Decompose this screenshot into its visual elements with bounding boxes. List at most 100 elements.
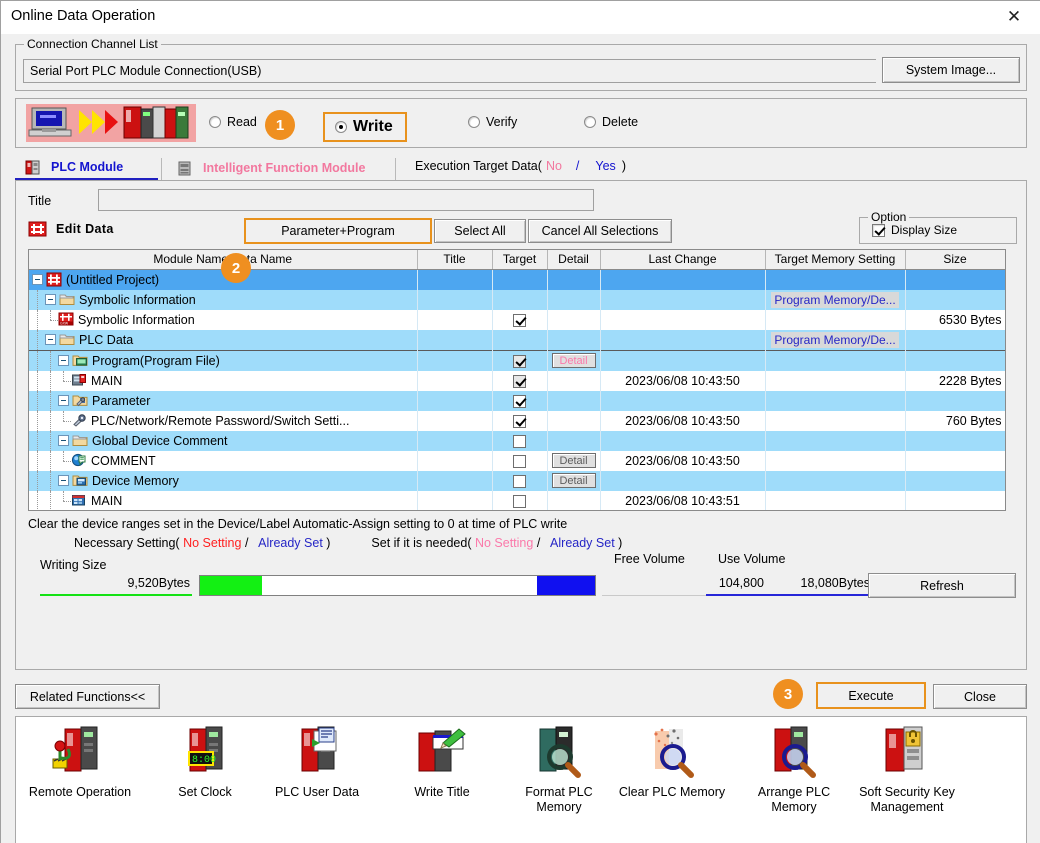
execution-target-no[interactable]: No: [546, 159, 562, 173]
system-image-button[interactable]: System Image...: [882, 57, 1020, 83]
column-header-target-memory-setting[interactable]: Target Memory Setting: [765, 250, 906, 270]
cell-target-memory-setting[interactable]: Program Memory/De...: [765, 329, 906, 350]
cell-target[interactable]: [492, 289, 548, 310]
cell-detail[interactable]: Detail: [547, 349, 601, 371]
cell-target-memory-setting[interactable]: [765, 490, 906, 510]
cell-target-memory-setting[interactable]: [765, 370, 906, 391]
needed-setting-no[interactable]: No Setting: [475, 536, 533, 550]
radio-delete[interactable]: Delete: [584, 115, 638, 129]
column-header-size[interactable]: Size: [905, 250, 1005, 270]
necessary-setting-no[interactable]: No Setting: [183, 536, 241, 550]
tree-expander[interactable]: [45, 334, 56, 345]
cell-detail[interactable]: [547, 289, 601, 310]
table-row[interactable]: Device Memory Detail: [29, 470, 1005, 491]
target-checkbox[interactable]: [513, 474, 526, 488]
cell-detail[interactable]: [547, 309, 601, 330]
cell-target-memory-setting[interactable]: [765, 430, 906, 451]
cell-target[interactable]: [492, 390, 548, 411]
cell-target[interactable]: [492, 410, 548, 431]
cell-detail[interactable]: [547, 390, 601, 411]
cell-target-memory-setting[interactable]: [765, 390, 906, 411]
target-checkbox[interactable]: [513, 414, 526, 428]
cell-detail[interactable]: [547, 410, 601, 431]
cell-detail[interactable]: [547, 430, 601, 451]
cell-target[interactable]: [492, 370, 548, 391]
column-header-detail[interactable]: Detail: [547, 250, 601, 270]
tree-expander[interactable]: [32, 274, 43, 285]
cell-target[interactable]: [492, 329, 548, 350]
radio-write[interactable]: Write: [323, 112, 407, 142]
target-checkbox[interactable]: [513, 454, 526, 468]
tab-plc-module[interactable]: PLC Module: [15, 156, 158, 180]
table-row[interactable]: Global Device Comment: [29, 430, 1005, 451]
cell-target[interactable]: [492, 309, 548, 330]
table-row[interactable]: Symbolic Information Program Memory/De...: [29, 289, 1005, 310]
needed-setting-already[interactable]: Already Set: [550, 536, 615, 550]
cell-target[interactable]: [492, 269, 548, 290]
tree-expander[interactable]: [58, 395, 69, 406]
cell-target[interactable]: [492, 430, 548, 451]
column-header-title[interactable]: Title: [417, 250, 493, 270]
tool-set-clock[interactable]: 8:00 Set Clock: [149, 725, 261, 800]
tool-plc-user-data[interactable]: PLC User Data: [261, 725, 373, 800]
cell-target-memory-setting[interactable]: [765, 349, 906, 371]
table-row[interactable]: PLC Data Program Memory/De...: [29, 329, 1005, 350]
target-checkbox[interactable]: [513, 313, 526, 327]
tool-soft-security-key[interactable]: Soft Security Key Management: [851, 725, 963, 815]
table-row[interactable]: GXW Symbolic Information 6530 Bytes: [29, 309, 1005, 330]
table-row[interactable]: (Untitled Project): [29, 269, 1005, 290]
tree-expander[interactable]: [58, 355, 69, 366]
tree-expander[interactable]: [58, 435, 69, 446]
cell-target-memory-setting[interactable]: [765, 410, 906, 431]
execution-target-yes[interactable]: Yes: [595, 159, 615, 173]
target-checkbox[interactable]: [513, 434, 526, 448]
cell-target[interactable]: [492, 490, 548, 510]
tool-format-plc-memory[interactable]: Format PLC Memory: [503, 725, 615, 815]
column-header-target[interactable]: Target: [492, 250, 548, 270]
detail-button[interactable]: Detail: [551, 473, 596, 488]
tool-remote-operation[interactable]: Remote Operation: [24, 725, 136, 800]
cell-detail[interactable]: Detail: [547, 470, 601, 491]
cell-target-memory-setting[interactable]: [765, 450, 906, 471]
column-header-last-change[interactable]: Last Change: [600, 250, 766, 270]
title-input[interactable]: [98, 189, 594, 211]
cell-target[interactable]: [492, 450, 548, 471]
data-grid[interactable]: Module Name/Data Name Title Target Detai…: [28, 249, 1006, 511]
necessary-setting-already[interactable]: Already Set: [258, 536, 323, 550]
memory-setting-value[interactable]: Program Memory/De...: [771, 331, 899, 348]
radio-read[interactable]: Read: [209, 115, 257, 129]
tree-expander[interactable]: [45, 294, 56, 305]
select-all-button[interactable]: Select All: [434, 219, 526, 243]
close-button[interactable]: Close: [933, 684, 1027, 709]
cell-detail[interactable]: Detail: [547, 450, 601, 471]
table-row[interactable]: COMMENT Detail 2023/06/08 10:43:50: [29, 450, 1005, 471]
tree-expander[interactable]: [58, 475, 69, 486]
radio-verify[interactable]: Verify: [468, 115, 517, 129]
target-checkbox[interactable]: [513, 394, 526, 408]
memory-setting-value[interactable]: Program Memory/De...: [771, 291, 899, 308]
connection-channel-field[interactable]: Serial Port PLC Module Connection(USB): [23, 59, 876, 83]
display-size-checkbox[interactable]: Display Size: [872, 223, 957, 237]
tool-arrange-plc-memory[interactable]: Arrange PLC Memory: [738, 725, 850, 815]
cell-target-memory-setting[interactable]: [765, 269, 906, 290]
close-icon[interactable]: ✕: [991, 1, 1037, 33]
related-functions-button[interactable]: Related Functions<<: [15, 684, 160, 709]
detail-button[interactable]: Detail: [551, 453, 596, 468]
cell-detail[interactable]: [547, 329, 601, 350]
refresh-button[interactable]: Refresh: [868, 573, 1016, 598]
detail-button[interactable]: Detail: [551, 353, 596, 368]
cell-detail[interactable]: [547, 490, 601, 510]
target-checkbox[interactable]: [513, 494, 526, 508]
parameter-plus-program-button[interactable]: Parameter+Program: [244, 218, 432, 244]
target-checkbox[interactable]: [513, 354, 526, 368]
cell-target[interactable]: [492, 470, 548, 491]
tab-intelligent-function-module[interactable]: Intelligent Function Module: [167, 156, 392, 180]
table-row[interactable]: Program(Program File) Detail: [29, 349, 1005, 371]
table-row[interactable]: MAIN 2023/06/08 10:43:50 2228 Bytes: [29, 370, 1005, 391]
cell-detail[interactable]: [547, 269, 601, 290]
tool-write-title[interactable]: Write Title: [386, 725, 498, 800]
cell-target-memory-setting[interactable]: [765, 470, 906, 491]
table-row[interactable]: MAIN 2023/06/08 10:43:51: [29, 490, 1005, 510]
cell-target-memory-setting[interactable]: [765, 309, 906, 330]
cell-detail[interactable]: [547, 370, 601, 391]
